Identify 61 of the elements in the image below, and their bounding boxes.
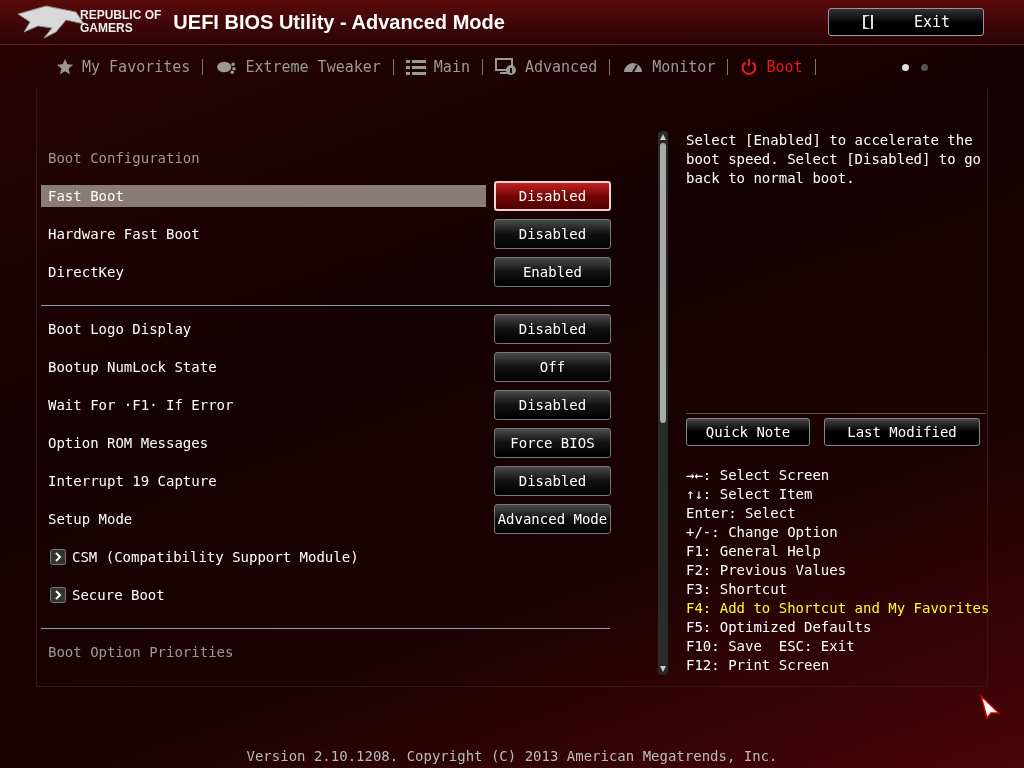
setting-label[interactable]: DirectKey	[41, 261, 486, 283]
chevron-icon	[50, 587, 66, 603]
setting-value-button[interactable]: Off	[493, 352, 611, 382]
setting-label[interactable]: Fast Boot	[41, 185, 486, 207]
logo-text: REPUBLIC OF GAMERS	[80, 9, 162, 35]
panel-button[interactable]: Last Modified	[824, 418, 980, 446]
setting-value-button[interactable]: Disabled	[493, 466, 611, 496]
exit-button[interactable]: Exit	[828, 8, 984, 36]
key-hint: F10: Save ESC: Exit	[686, 637, 856, 656]
key-hint: Enter: Select	[686, 504, 797, 523]
star-icon	[56, 58, 74, 76]
scroll-thumb[interactable]	[660, 143, 666, 423]
key-hint: ↑↓: Select Item	[686, 485, 814, 504]
panel-button[interactable]: Quick Note	[686, 418, 810, 446]
mouse-pointer-icon	[980, 695, 1000, 719]
chevron-icon	[50, 549, 66, 565]
nav-tab[interactable]: Advanced	[494, 56, 598, 78]
nav-tab[interactable]: My Favorites	[56, 56, 191, 78]
setting-value-button[interactable]: Disabled	[493, 390, 611, 420]
section-heading: Boot Configuration	[47, 149, 201, 168]
page-dot[interactable]	[902, 63, 909, 71]
setting-label[interactable]: Boot Logo Display	[41, 318, 486, 340]
window-title: UEFI BIOS Utility - Advanced Mode	[173, 10, 505, 34]
nav-tab[interactable]: Main	[405, 56, 470, 78]
menu-icon	[405, 59, 426, 75]
monitor-info-icon	[494, 58, 517, 76]
page-dot[interactable]	[921, 63, 928, 71]
setting-value-button[interactable]: Disabled	[493, 181, 611, 211]
setting-label[interactable]: Option ROM Messages	[41, 432, 486, 454]
help-text: Select [Enabled] to accelerate the boot speed. Select [Disabled] to go back to normal boot.	[686, 131, 982, 188]
scrollbar[interactable]	[658, 131, 668, 675]
key-hint: F12: Print Screen	[686, 656, 831, 675]
setting-label[interactable]: Wait For ·F1· If Error	[41, 394, 486, 416]
key-hint: F4: Add to Shortcut and My Favorites	[686, 599, 986, 618]
key-hint: F1: General Help	[686, 542, 822, 561]
setting-value-button[interactable]: Disabled	[493, 314, 611, 344]
scroll-up-icon	[659, 133, 667, 141]
nav-tab[interactable]: Extreme Tweaker	[215, 56, 381, 78]
section-heading: Boot Option Priorities	[47, 643, 235, 662]
setting-label[interactable]: Interrupt 19 Capture	[41, 470, 486, 492]
nav-tab[interactable]: Monitor	[622, 56, 716, 78]
key-hint: →←: Select Screen	[686, 466, 831, 485]
scroll-down-icon	[659, 665, 667, 673]
paw-icon	[215, 59, 238, 75]
key-hint: F5: Optimized Defaults	[686, 618, 873, 637]
setting-label[interactable]: Bootup NumLock State	[41, 356, 486, 378]
door-icon	[861, 14, 874, 30]
setting-value-button[interactable]: Advanced Mode	[493, 504, 611, 534]
setting-value-button[interactable]: Force BIOS	[493, 428, 611, 458]
setting-value-button[interactable]: Disabled	[493, 219, 611, 249]
version-text: Version 2.10.1208. Copyright (C) 2013 American Megatrends, Inc.	[246, 748, 778, 764]
submenu-link[interactable]: CSM (Compatibility Support Module)	[72, 549, 359, 565]
key-hint: F2: Previous Values	[686, 561, 848, 580]
setting-label[interactable]: Hardware Fast Boot	[41, 223, 486, 245]
key-hint: +/-: Change Option	[686, 523, 839, 542]
key-hint: F3: Shortcut	[686, 580, 789, 599]
nav-tab[interactable]: Boot	[740, 56, 803, 78]
power-icon	[740, 58, 759, 76]
submenu-link[interactable]: Secure Boot	[72, 587, 165, 603]
setting-label[interactable]: Setup Mode	[41, 508, 486, 530]
setting-value-button[interactable]: Enabled	[493, 257, 611, 287]
